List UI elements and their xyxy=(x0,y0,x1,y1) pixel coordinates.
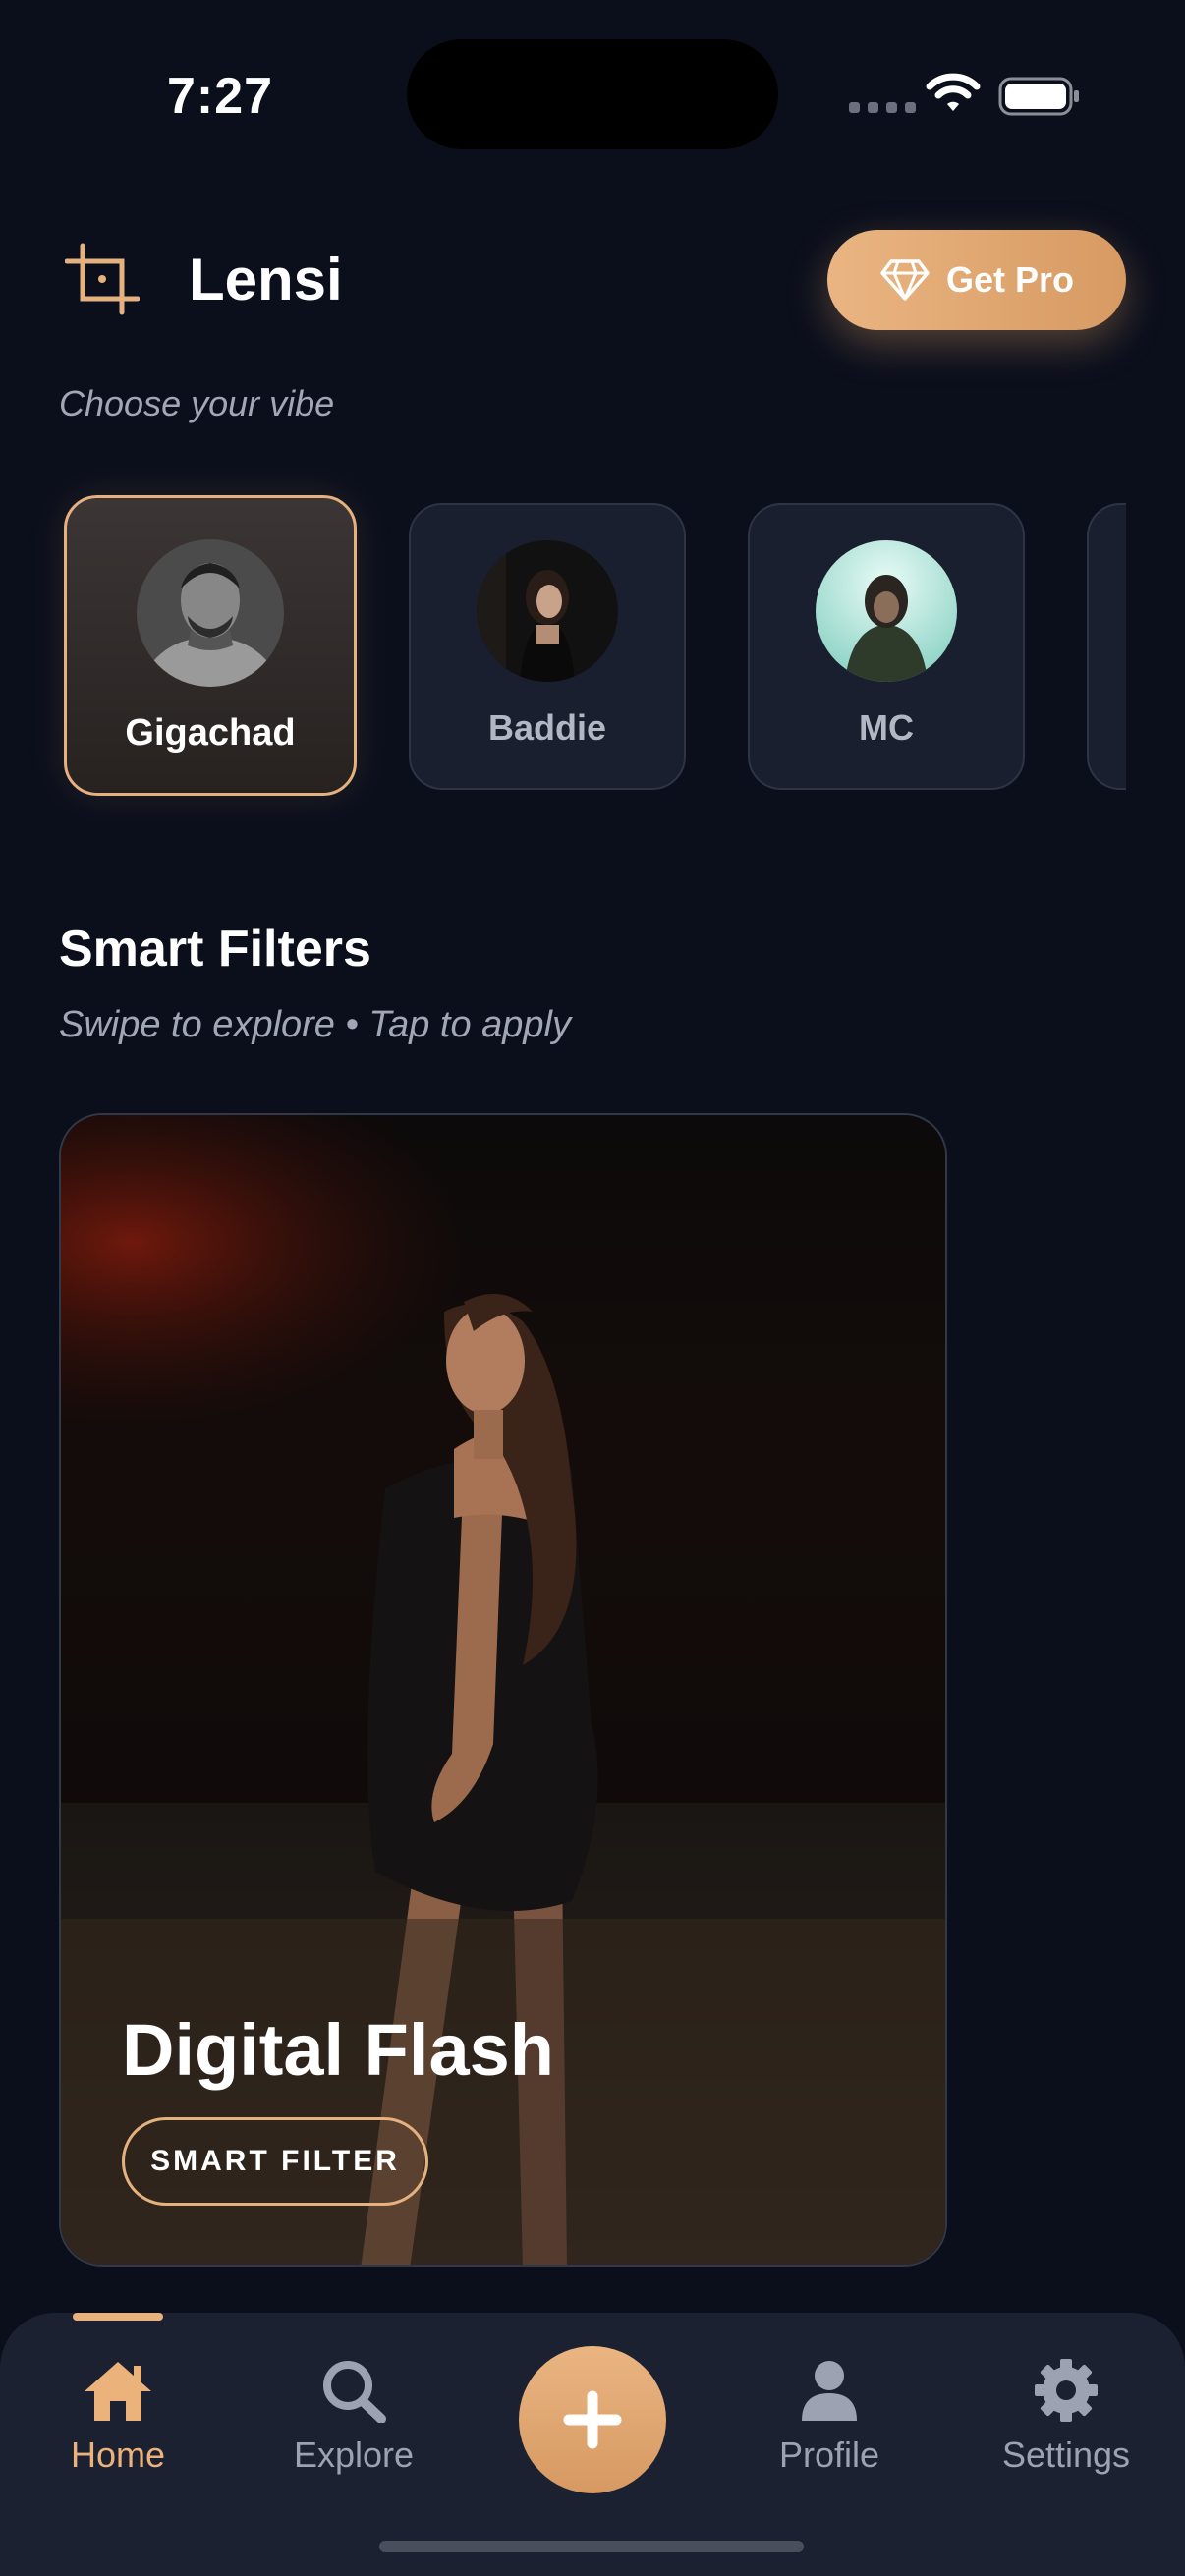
battery-icon xyxy=(998,77,1079,116)
filter-card-digital-flash[interactable]: Digital Flash SMART FILTER xyxy=(59,1113,947,2267)
nav-item-home[interactable]: Home xyxy=(20,2358,216,2476)
smart-filter-tag-button[interactable]: SMART FILTER xyxy=(122,2117,428,2206)
vibe-card-gigachad[interactable]: Gigachad xyxy=(64,495,357,796)
vibe-label: Gigachad xyxy=(125,712,296,754)
vibe-label: Baddie xyxy=(487,707,607,748)
smart-filters-title: Smart Filters xyxy=(59,921,371,978)
search-icon xyxy=(323,2361,386,2423)
nav-item-explore[interactable]: Explore xyxy=(255,2358,452,2476)
get-pro-label: Get Pro xyxy=(945,259,1075,300)
nav-item-settings[interactable]: Settings xyxy=(968,2358,1164,2476)
home-indicator xyxy=(379,2541,804,2552)
mc-avatar xyxy=(816,540,957,682)
add-button[interactable] xyxy=(519,2346,666,2493)
get-pro-button[interactable]: Get Pro xyxy=(827,230,1126,330)
plus-icon xyxy=(563,2390,622,2449)
nav-label: Profile xyxy=(778,2435,880,2475)
nav-active-indicator xyxy=(73,2313,163,2321)
status-time: 7:27 xyxy=(167,68,274,125)
gigachad-avatar xyxy=(137,539,284,687)
dynamic-island xyxy=(407,39,778,149)
vibe-card-partial[interactable] xyxy=(1087,503,1126,790)
wifi-icon xyxy=(926,73,981,111)
home-icon xyxy=(85,2362,151,2421)
vibe-subtitle: Choose your vibe xyxy=(59,383,335,423)
vibe-card-mc[interactable]: MC xyxy=(748,503,1025,790)
smart-filters-subtitle: Swipe to explore • Tap to apply xyxy=(59,1004,571,1045)
nav-label: Home xyxy=(70,2435,166,2475)
filter-name: Digital Flash xyxy=(122,2009,554,2091)
person-icon xyxy=(802,2361,857,2421)
app-brand-title: Lensi xyxy=(189,247,343,312)
diamond-icon xyxy=(880,259,930,301)
nav-label: Explore xyxy=(293,2435,415,2475)
crop-logo-icon xyxy=(65,243,140,315)
cell-signal-icon xyxy=(849,102,916,113)
vibe-label: MC xyxy=(859,707,914,748)
gear-icon xyxy=(1035,2359,1098,2422)
nav-label: Settings xyxy=(1001,2435,1131,2475)
baddie-avatar xyxy=(477,540,618,682)
vibe-card-baddie[interactable]: Baddie xyxy=(409,503,686,790)
nav-item-profile[interactable]: Profile xyxy=(731,2358,928,2476)
filter-caption-overlay xyxy=(61,1919,945,2265)
